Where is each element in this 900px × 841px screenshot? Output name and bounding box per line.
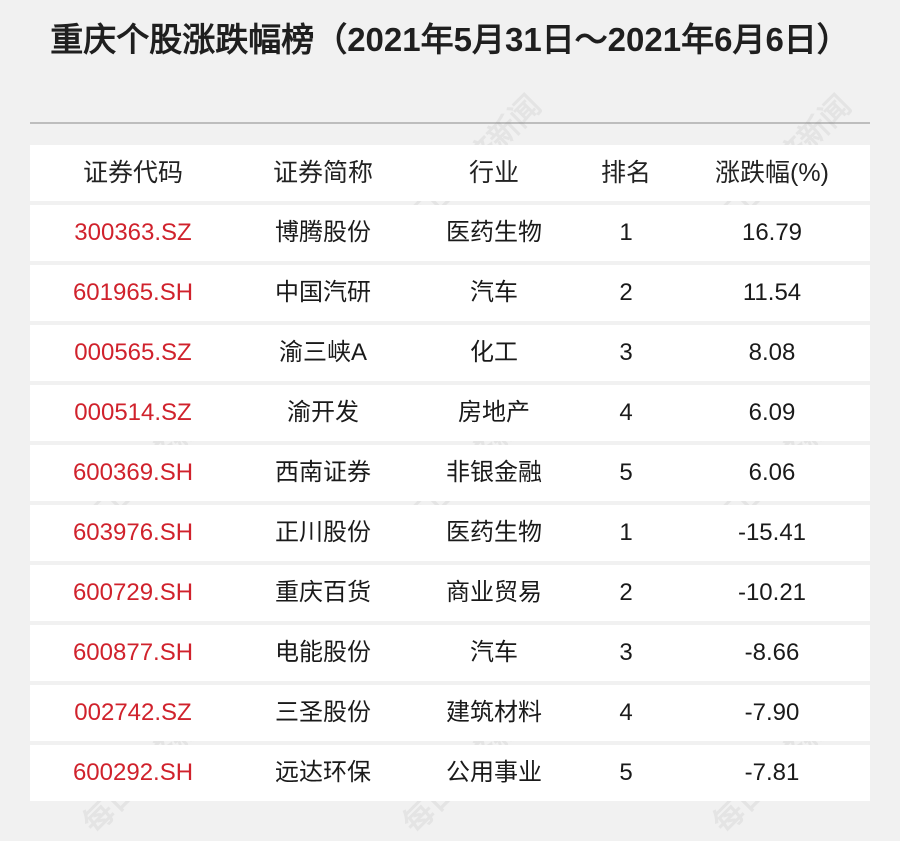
stock-change: 6.09 [748,399,796,426]
stock-change: -15.41 [737,519,807,546]
stock-change: -7.90 [744,699,800,726]
table-row: 600369.SH 西南证券 非银金融 5 6.06 [30,445,870,501]
stock-rank: 2 [619,579,633,606]
stock-change: -8.66 [744,639,800,666]
table-row: 000514.SZ 渝开发 房地产 4 6.09 [30,385,870,441]
stock-name: 正川股份 [275,519,371,546]
page-title: 重庆个股涨跌幅榜（2021年5月31日～2021年6月6日） [50,21,850,58]
header-industry: 行业 [468,159,519,187]
table-row: 600292.SH 远达环保 公用事业 5 -7.81 [30,745,870,801]
stock-name: 电能股份 [275,639,371,666]
stock-ranking-table: 证券代码 证券简称 行业 排名 涨跌幅(%) 300363.SZ 博腾股份 医药… [30,145,870,805]
stock-rank: 5 [619,459,633,486]
stock-name: 西南证券 [275,459,371,486]
stock-change: -10.21 [737,579,807,606]
stock-name: 远达环保 [275,759,371,786]
table-row: 603976.SH 正川股份 医药生物 1 -15.41 [30,505,870,561]
stock-rank: 1 [619,519,633,546]
stock-change: -7.81 [744,759,800,786]
stock-code: 601965.SH [72,279,194,306]
stock-rank: 3 [619,339,633,366]
stock-code: 600877.SH [72,639,194,666]
stock-industry: 医药生物 [446,219,542,246]
table-row: 002742.SZ 三圣股份 建筑材料 4 -7.90 [30,685,870,741]
stock-code: 600292.SH [72,759,194,786]
stock-name: 三圣股份 [275,699,371,726]
stock-name: 中国汽研 [275,279,371,306]
stock-code: 603976.SH [72,519,194,546]
stock-code: 002742.SZ [74,699,192,726]
table-row: 000565.SZ 渝三峡A 化工 3 8.08 [30,325,870,381]
table-row: 601965.SH 中国汽研 汽车 2 11.54 [30,265,870,321]
stock-name: 重庆百货 [275,579,371,606]
stock-rank: 3 [619,639,633,666]
stock-industry: 商业贸易 [446,579,542,606]
stock-industry: 汽车 [470,279,518,306]
stock-industry: 建筑材料 [446,699,542,726]
stock-code: 000565.SZ [74,339,192,366]
stock-rank: 4 [619,699,633,726]
stock-industry: 化工 [470,339,518,366]
stock-code: 300363.SZ [74,219,192,246]
header-name: 证券简称 [272,159,373,187]
stock-name: 渝三峡A [278,339,367,366]
stock-change: 8.08 [748,339,796,366]
stock-industry: 汽车 [470,639,518,666]
stock-change: 6.06 [748,459,796,486]
stock-code: 600729.SH [72,579,194,606]
header-change: 涨跌幅(%) [715,159,829,187]
title-divider [30,122,870,124]
stock-industry: 医药生物 [446,519,542,546]
stock-industry: 房地产 [458,399,530,426]
stock-rank: 4 [619,399,633,426]
stock-code: 000514.SZ [74,399,192,426]
stock-rank: 5 [619,759,633,786]
table-header-row: 证券代码 证券简称 行业 排名 涨跌幅(%) [30,145,870,201]
header-code: 证券代码 [82,159,183,187]
header-rank: 排名 [600,159,651,187]
stock-rank: 2 [619,279,633,306]
table-row: 300363.SZ 博腾股份 医药生物 1 16.79 [30,205,870,261]
table-row: 600729.SH 重庆百货 商业贸易 2 -10.21 [30,565,870,621]
table-row: 600877.SH 电能股份 汽车 3 -8.66 [30,625,870,681]
stock-name: 渝开发 [287,399,359,426]
stock-change: 16.79 [741,219,803,246]
stock-name: 博腾股份 [275,219,371,246]
stock-rank: 1 [619,219,633,246]
stock-code: 600369.SH [72,459,194,486]
stock-industry: 非银金融 [446,459,542,486]
stock-change: 11.54 [742,279,802,306]
stock-industry: 公用事业 [446,759,542,786]
